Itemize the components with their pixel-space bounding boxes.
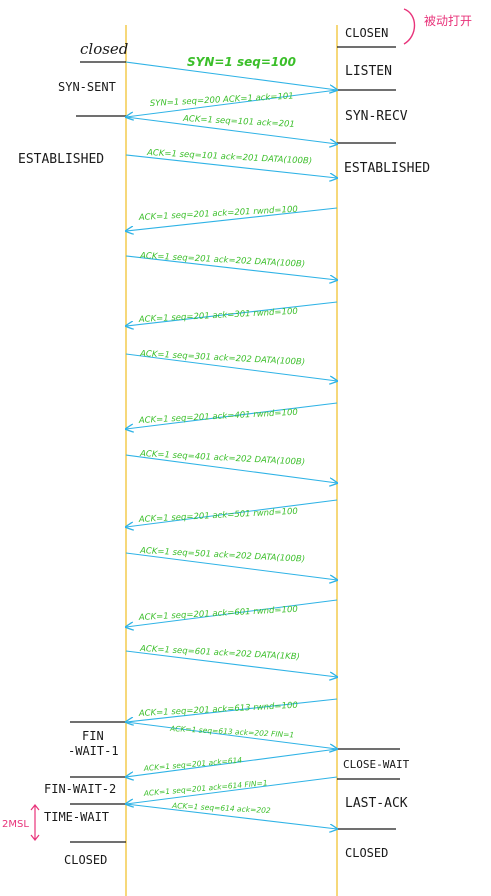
server-state-last-ack: LAST-ACK <box>345 796 408 811</box>
message-15: ACK=1 seq=613 ack=202 FIN=1 <box>125 721 337 749</box>
message-label: ACK=1 seq=601 ack=202 DATA(1KB) <box>139 644 300 662</box>
client-state-fin-wait-2: FIN-WAIT-2 <box>44 782 116 796</box>
annotation-brace-icon <box>403 8 416 45</box>
message-4: ACK=1 seq=201 ack=201 rwnd=100 <box>126 205 338 231</box>
message-label: ACK=1 seq=401 ack=202 DATA(100B) <box>139 449 305 468</box>
message-label: ACK=1 seq=201 ack=614 <box>142 755 242 773</box>
message-8: ACK=1 seq=201 ack=401 rwnd=100 <box>126 402 338 429</box>
timer-arrow-icon <box>30 804 40 841</box>
server-state-close-wait: CLOSE-WAIT <box>343 758 410 771</box>
client-state-established: ESTABLISHED <box>18 152 104 167</box>
message-label: ACK=1 seq=101 ack=201 <box>182 114 295 130</box>
client-state-fin-wait-1-a: FIN <box>82 729 104 743</box>
message-11: ACK=1 seq=501 ack=202 DATA(100B) <box>125 546 337 580</box>
message-label: ACK=1 seq=201 ack=201 rwnd=100 <box>138 205 298 223</box>
message-label: ACK=1 seq=201 ack=601 rwnd=100 <box>138 605 298 623</box>
message-6: ACK=1 seq=201 ack=301 rwnd=100 <box>126 301 338 326</box>
server-state-syn-recv: SYN-RECV <box>345 109 408 124</box>
message-18: ACK=1 seq=614 ack=202 <box>125 801 337 829</box>
client-state-syn-sent: SYN-SENT <box>58 80 116 94</box>
tcp-sequence-diagram: 被动打开 closed SYN-SENT ESTABLISHED FIN -WA… <box>2 8 472 896</box>
message-label: ACK=1 seq=201 ack=401 rwnd=100 <box>138 408 298 426</box>
message-2: ACK=1 seq=101 ack=201 <box>125 114 337 144</box>
client-state-closed: closed <box>80 40 128 58</box>
message-label: SYN=1 seq=100 <box>187 55 296 69</box>
message-12: ACK=1 seq=201 ack=601 rwnd=100 <box>126 599 338 627</box>
client-state-closed-end: CLOSED <box>64 853 107 867</box>
server-state-listen: LISTEN <box>345 64 392 79</box>
message-14: ACK=1 seq=201 ack=613 rwnd=100 <box>126 698 338 722</box>
message-1: SYN=1 seq=200 ACK=1 ack=101 <box>126 89 338 117</box>
client-state-time-wait: TIME-WAIT <box>44 810 109 824</box>
message-label: ACK=1 seq=614 ack=202 <box>171 801 271 815</box>
message-16: ACK=1 seq=201 ack=614 <box>126 748 338 777</box>
message-9: ACK=1 seq=401 ack=202 DATA(100B) <box>125 449 337 483</box>
timer-label: 2MSL <box>2 819 29 830</box>
message-3: ACK=1 seq=101 ack=201 DATA(100B) <box>125 148 337 178</box>
message-label: ACK=1 seq=201 ack=301 rwnd=100 <box>138 307 298 325</box>
server-state-closed: CLOSEN <box>345 26 388 40</box>
message-label: ACK=1 seq=613 ack=202 FIN=1 <box>169 724 295 740</box>
annotation-text: 被动打开 <box>424 14 472 28</box>
message-label: ACK=1 seq=201 ack=614 FIN=1 <box>142 778 268 798</box>
message-13: ACK=1 seq=601 ack=202 DATA(1KB) <box>125 644 337 677</box>
message-label: ACK=1 seq=501 ack=202 DATA(100B) <box>139 546 305 565</box>
message-10: ACK=1 seq=201 ack=501 rwnd=100 <box>126 499 338 527</box>
message-5: ACK=1 seq=201 ack=202 DATA(100B) <box>125 251 337 280</box>
message-label: ACK=1 seq=101 ack=201 DATA(100B) <box>146 148 312 167</box>
server-state-established: ESTABLISHED <box>344 161 430 176</box>
message-label: ACK=1 seq=201 ack=613 rwnd=100 <box>138 701 298 719</box>
message-0: SYN=1 seq=100 <box>125 55 337 90</box>
message-label: ACK=1 seq=201 ack=501 rwnd=100 <box>138 507 298 525</box>
message-7: ACK=1 seq=301 ack=202 DATA(100B) <box>125 349 337 381</box>
message-label: ACK=1 seq=301 ack=202 DATA(100B) <box>139 349 305 368</box>
message-label: SYN=1 seq=200 ACK=1 ack=101 <box>150 91 294 109</box>
message-17: ACK=1 seq=201 ack=614 FIN=1 <box>126 776 338 804</box>
server-state-closed-end: CLOSED <box>345 846 388 860</box>
client-state-fin-wait-1-b: -WAIT-1 <box>68 744 119 758</box>
